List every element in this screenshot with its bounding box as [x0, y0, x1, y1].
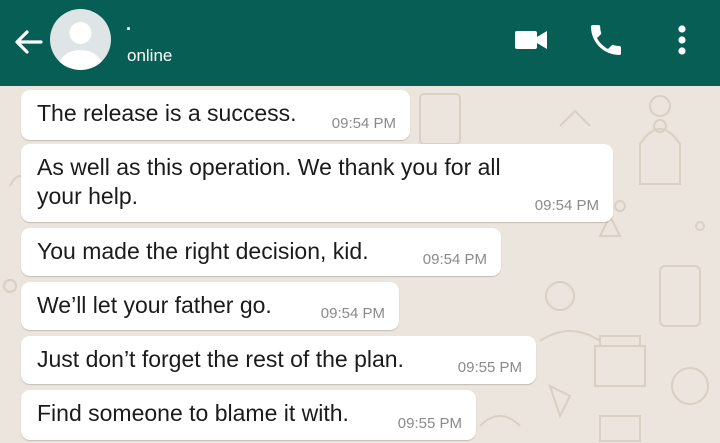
arrow-left-icon — [15, 30, 43, 54]
contact-status: online — [127, 46, 173, 65]
message-bubble[interactable]: Just don’t forget the rest of the plan. … — [21, 336, 536, 384]
back-button[interactable] — [8, 22, 48, 62]
message-time: 09:54 PM — [320, 305, 385, 322]
message-time: 09:55 PM — [457, 359, 522, 376]
message-text: As well as this operation. We thank you … — [37, 154, 501, 209]
video-call-icon — [515, 31, 547, 49]
message-text: Just don’t forget the rest of the plan. — [37, 346, 404, 372]
message-bubble[interactable]: We’ll let your father go. 09:54 PM — [21, 282, 399, 330]
message-bubble[interactable]: As well as this operation. We thank you … — [21, 144, 613, 222]
more-options-button[interactable] — [664, 20, 700, 60]
default-avatar-icon — [58, 22, 103, 70]
video-call-button[interactable] — [512, 20, 552, 60]
phone-icon — [591, 25, 621, 55]
message-time: 09:54 PM — [422, 251, 487, 268]
message-time: 09:54 PM — [331, 115, 396, 132]
message-time: 09:55 PM — [397, 415, 462, 432]
message-bubble[interactable]: Find someone to blame it with. 09:55 PM — [21, 390, 476, 440]
chat-header: · online — [0, 0, 720, 86]
voice-call-button[interactable] — [586, 20, 626, 60]
avatar[interactable] — [50, 9, 111, 70]
more-vertical-icon — [678, 25, 686, 55]
message-text: You made the right decision, kid. — [37, 238, 369, 264]
message-bubble[interactable]: The release is a success. 09:54 PM — [21, 90, 410, 140]
contact-name[interactable]: · — [126, 20, 132, 38]
message-bubble[interactable]: You made the right decision, kid. 09:54 … — [21, 228, 501, 276]
message-time: 09:54 PM — [534, 197, 599, 214]
message-list[interactable]: The release is a success. 09:54 PM As we… — [0, 86, 720, 443]
